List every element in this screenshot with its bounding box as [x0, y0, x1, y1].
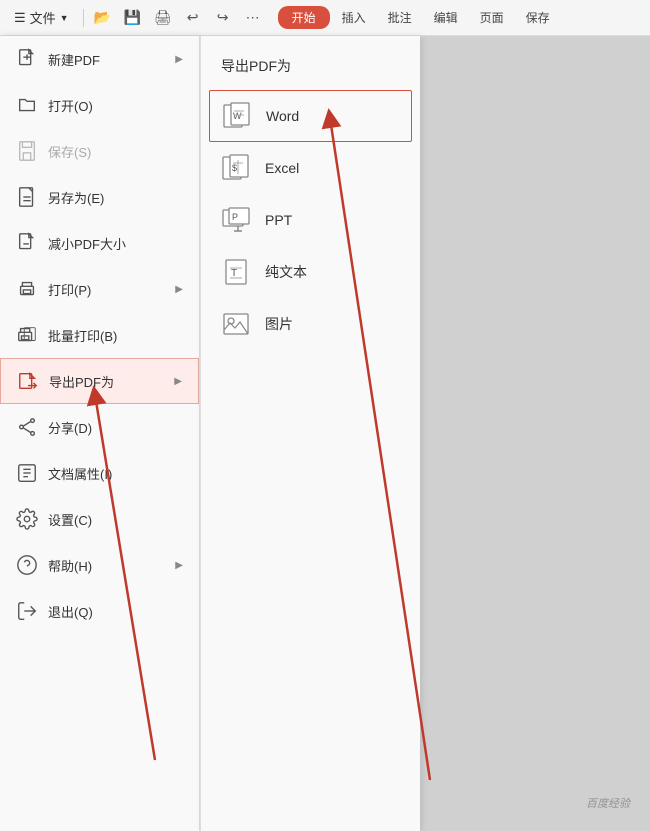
text-label: 纯文本 — [265, 262, 307, 282]
reduce-label: 减小PDF大小 — [48, 234, 183, 253]
menu-item-print[interactable]: 打印(P) ▶ — [0, 266, 199, 312]
save-as-label: 另存为(E) — [48, 188, 183, 207]
menu-item-save[interactable]: 保存(S) — [0, 128, 199, 174]
export-label: 导出PDF为 — [49, 372, 164, 391]
menu-item-settings[interactable]: 设置(C) — [0, 496, 199, 542]
submenu-item-excel[interactable]: $ Excel — [201, 142, 420, 194]
menu-item-open[interactable]: 打开(O) — [0, 82, 199, 128]
menu-label: 文件 — [30, 8, 56, 27]
exit-label: 退出(Q) — [48, 602, 183, 621]
menu-item-exit[interactable]: 退出(Q) — [0, 588, 199, 634]
tab-insert[interactable]: 插入 — [332, 6, 376, 29]
toolbar-divider — [83, 9, 84, 27]
menu-item-export[interactable]: 导出PDF为 ▶ — [0, 358, 199, 404]
share-label: 分享(D) — [48, 418, 183, 437]
svg-text:P: P — [232, 212, 238, 222]
print-icon-btn[interactable]: 🖨 — [150, 5, 176, 31]
help-label: 帮助(H) — [48, 556, 165, 575]
menu-item-properties[interactable]: 文档属性(I) — [0, 450, 199, 496]
tab-edit[interactable]: 编辑 — [424, 6, 468, 29]
save-icon-btn[interactable]: 💾 — [120, 5, 146, 31]
exit-icon — [16, 600, 38, 622]
menu-dropdown-icon: ▼ — [60, 13, 69, 23]
watermark: 百度经验 — [586, 795, 630, 811]
menu-item-share[interactable]: 分享(D) — [0, 404, 199, 450]
help-arrow: ▶ — [175, 560, 183, 571]
text-icon: T — [221, 257, 251, 287]
save-label: 保存(S) — [48, 142, 183, 161]
ppt-label: PPT — [265, 212, 292, 228]
excel-label: Excel — [265, 160, 299, 176]
menu-item-reduce[interactable]: 减小PDF大小 — [0, 220, 199, 266]
properties-label: 文档属性(I) — [48, 464, 183, 483]
svg-text:W: W — [233, 111, 242, 121]
svg-text:$: $ — [232, 163, 237, 173]
new-pdf-icon — [16, 48, 38, 70]
tab-page[interactable]: 页面 — [470, 6, 514, 29]
menu-icon: ☰ — [14, 10, 26, 26]
save-icon — [16, 140, 38, 162]
menu-item-batch-print[interactable]: 批量打印(B) — [0, 312, 199, 358]
submenu-title: 导出PDF为 — [201, 46, 420, 90]
ppt-icon: P — [221, 205, 251, 235]
menu-item-new-pdf[interactable]: 新建PDF ▶ — [0, 36, 199, 82]
open-icon — [16, 94, 38, 116]
menu-button[interactable]: ☰ 文件 ▼ — [6, 5, 77, 30]
share-icon — [16, 416, 38, 438]
toolbar-tabs: 开始 插入 批注 编辑 页面 保存 — [278, 6, 560, 29]
properties-icon — [16, 462, 38, 484]
undo-icon-btn[interactable]: ↩ — [180, 5, 206, 31]
export-arrow: ▶ — [174, 376, 182, 387]
settings-label: 设置(C) — [48, 510, 183, 529]
more-icon-btn[interactable]: ⋯ — [240, 5, 266, 31]
open-label: 打开(O) — [48, 96, 183, 115]
svg-text:T: T — [231, 268, 237, 279]
help-icon — [16, 554, 38, 576]
menu-item-help[interactable]: 帮助(H) ▶ — [0, 542, 199, 588]
save-as-icon — [16, 186, 38, 208]
toolbar: ☰ 文件 ▼ 📂 💾 🖨 ↩ ↪ ⋯ 开始 插入 批注 编辑 页面 保存 — [0, 0, 650, 36]
tab-comment[interactable]: 批注 — [378, 6, 422, 29]
batch-print-label: 批量打印(B) — [48, 326, 183, 345]
file-menu: 新建PDF ▶ 打开(O) 保存(S) — [0, 36, 200, 831]
redo-icon-btn[interactable]: ↪ — [210, 5, 236, 31]
content-area: 新建PDF ▶ 打开(O) 保存(S) — [0, 36, 650, 831]
word-label: Word — [266, 108, 299, 124]
submenu-item-image[interactable]: 图片 — [201, 298, 420, 350]
image-label: 图片 — [265, 314, 293, 334]
submenu-item-word[interactable]: W Word — [209, 90, 412, 142]
submenu-item-ppt[interactable]: P PPT — [201, 194, 420, 246]
settings-icon — [16, 508, 38, 530]
batch-print-icon — [16, 324, 38, 346]
print-label: 打印(P) — [48, 280, 165, 299]
submenu-item-text[interactable]: T 纯文本 — [201, 246, 420, 298]
menu-item-save-as[interactable]: 另存为(E) — [0, 174, 199, 220]
print-icon — [16, 278, 38, 300]
open-file-icon-btn[interactable]: 📂 — [90, 5, 116, 31]
print-arrow: ▶ — [175, 284, 183, 295]
new-pdf-arrow: ▶ — [175, 54, 183, 65]
tab-save[interactable]: 保存 — [516, 6, 560, 29]
image-icon — [221, 309, 251, 339]
export-icon — [17, 370, 39, 392]
tab-start[interactable]: 开始 — [278, 6, 330, 29]
new-pdf-label: 新建PDF — [48, 50, 165, 69]
word-icon: W — [222, 101, 252, 131]
submenu-panel: 导出PDF为 W Word $ — [200, 36, 420, 831]
reduce-icon — [16, 232, 38, 254]
excel-icon: $ — [221, 153, 251, 183]
